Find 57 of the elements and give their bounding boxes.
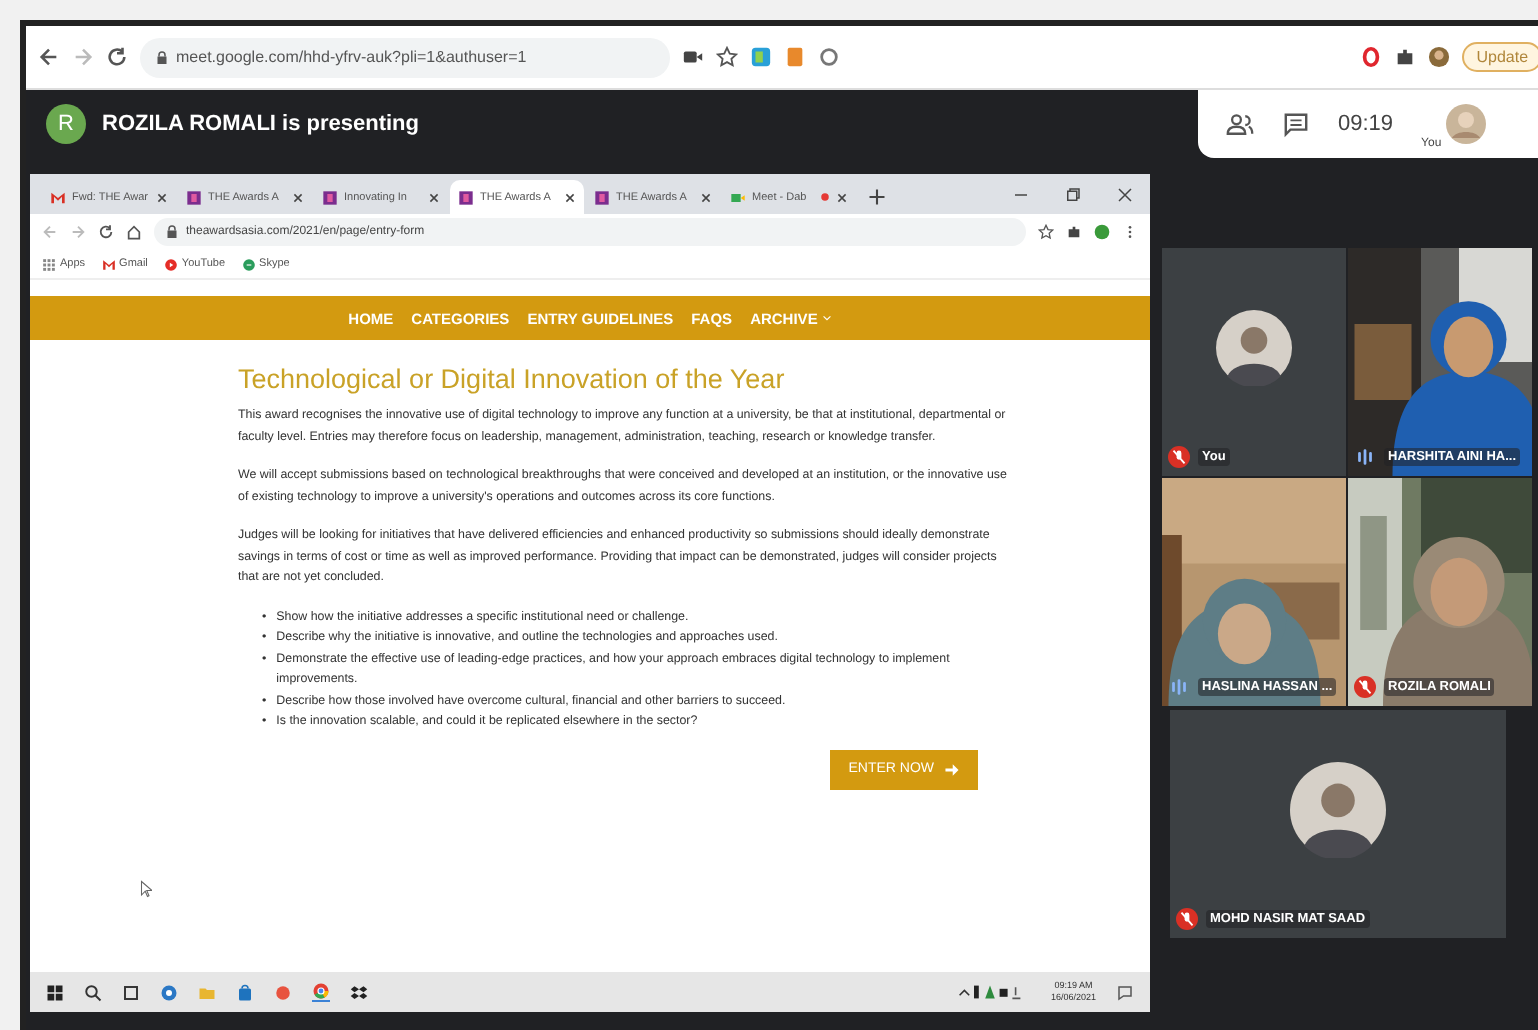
meeting-clock: 09:19 bbox=[1338, 112, 1394, 136]
extension-icon[interactable] bbox=[783, 46, 806, 68]
arrow-icon bbox=[944, 761, 960, 777]
back-icon[interactable] bbox=[38, 46, 60, 68]
cursor-icon bbox=[140, 880, 152, 898]
restore-icon[interactable] bbox=[1064, 186, 1082, 204]
avatar-icon[interactable] bbox=[1094, 224, 1110, 240]
lock-icon bbox=[156, 49, 168, 65]
presenting-label: ROZILA ROMALI is presenting bbox=[102, 112, 419, 136]
close-icon[interactable] bbox=[428, 191, 440, 203]
bag-icon[interactable] bbox=[236, 983, 254, 1001]
windows-icon[interactable] bbox=[46, 983, 64, 1001]
recording-icon bbox=[820, 192, 830, 202]
close-icon[interactable] bbox=[1116, 186, 1134, 204]
people-icon[interactable] bbox=[1226, 111, 1254, 137]
close-icon[interactable] bbox=[156, 191, 168, 203]
site-icon bbox=[458, 189, 474, 205]
update-button[interactable]: Update bbox=[1462, 42, 1538, 72]
reload-icon[interactable] bbox=[106, 46, 128, 68]
address-bar[interactable]: meet.google.com/hhd-yfrv-auk?pli=1&authuser=1 bbox=[140, 37, 670, 77]
opera-icon[interactable] bbox=[1360, 46, 1383, 68]
site-icon bbox=[322, 189, 338, 205]
camera-icon[interactable] bbox=[681, 46, 704, 68]
close-icon[interactable] bbox=[836, 191, 848, 203]
mail-icon bbox=[101, 257, 116, 271]
page-heading: Technological or Digital Innovation of the Year bbox=[238, 364, 787, 394]
close-icon[interactable] bbox=[292, 191, 304, 203]
apps-icon bbox=[42, 257, 56, 271]
site-icon bbox=[186, 189, 202, 205]
avatar-icon[interactable] bbox=[1445, 104, 1486, 144]
extension-icon[interactable] bbox=[817, 46, 840, 68]
dropbox-icon[interactable] bbox=[350, 983, 368, 1001]
avatar-icon bbox=[1216, 310, 1292, 386]
search-icon[interactable] bbox=[84, 983, 102, 1001]
mail-icon bbox=[50, 189, 66, 205]
task-view-icon[interactable] bbox=[122, 983, 140, 1001]
avatar-icon[interactable] bbox=[1428, 46, 1451, 68]
close-icon[interactable] bbox=[700, 191, 712, 203]
home-icon[interactable] bbox=[126, 224, 142, 240]
star-icon[interactable] bbox=[715, 46, 738, 68]
play-icon bbox=[163, 257, 178, 271]
avatar-icon bbox=[1290, 762, 1386, 858]
presenter-avatar: R bbox=[46, 104, 86, 144]
notification-icon[interactable] bbox=[1116, 983, 1134, 1001]
chrome-icon[interactable] bbox=[312, 982, 330, 1002]
site-icon bbox=[594, 189, 610, 205]
app-icon[interactable] bbox=[274, 983, 292, 1001]
extension-icon[interactable] bbox=[749, 46, 772, 68]
browser-icon[interactable] bbox=[160, 983, 178, 1001]
reload-icon[interactable] bbox=[98, 224, 114, 240]
lock-icon bbox=[166, 224, 178, 240]
chat-icon bbox=[241, 257, 256, 271]
new-tab-icon[interactable] bbox=[868, 188, 886, 206]
star-icon[interactable] bbox=[1038, 224, 1054, 240]
video-call-icon bbox=[730, 189, 746, 205]
close-icon[interactable] bbox=[564, 191, 576, 203]
chat-icon[interactable] bbox=[1282, 111, 1310, 137]
